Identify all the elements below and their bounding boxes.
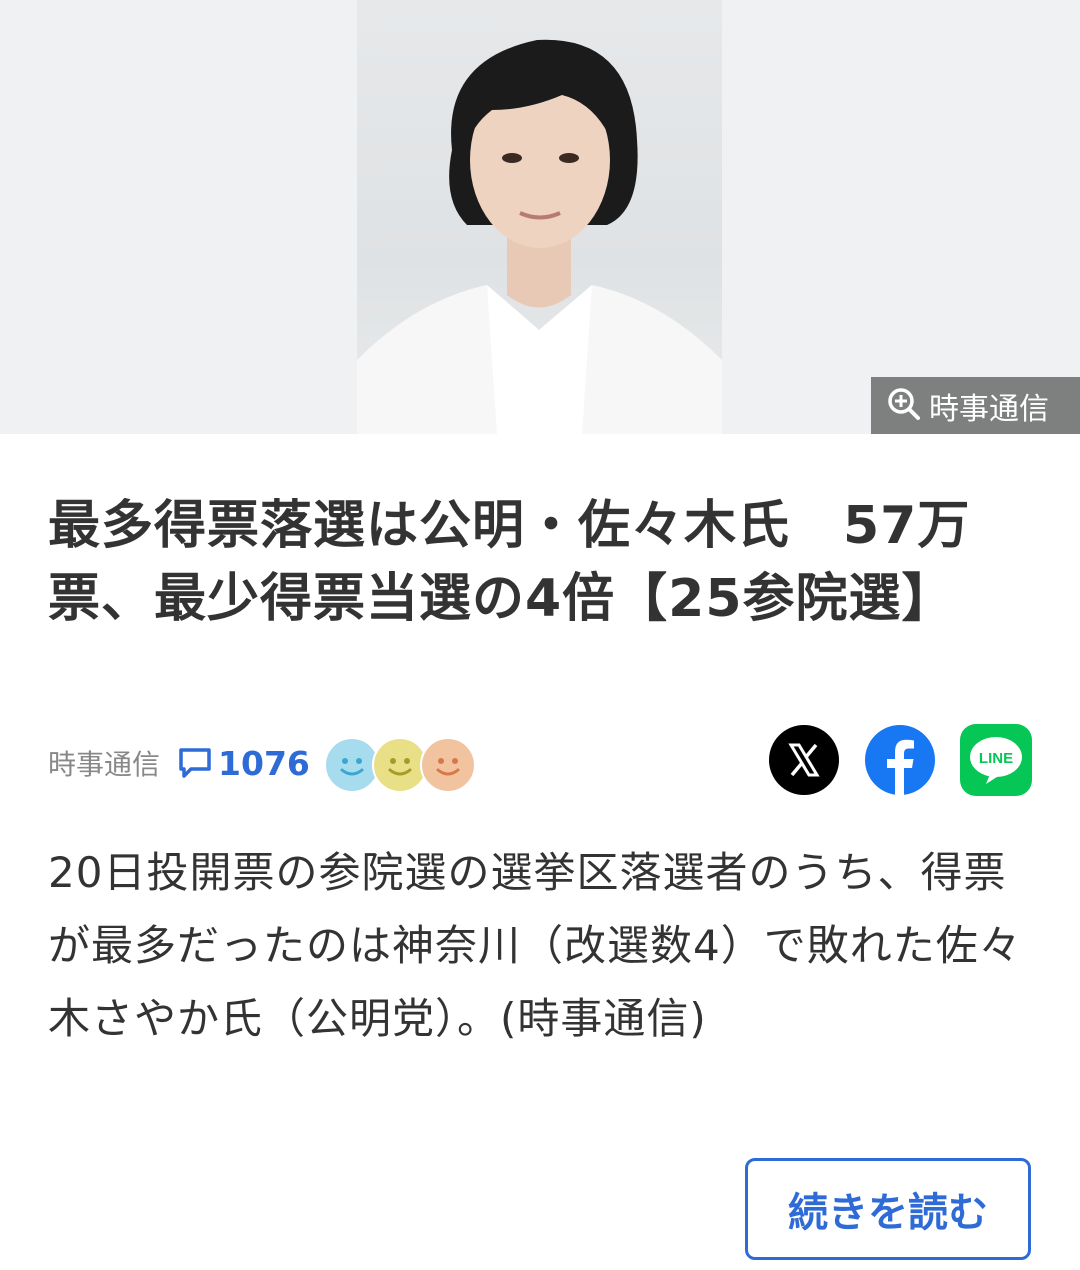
x-logo-icon — [769, 725, 839, 795]
comment-icon — [179, 748, 211, 778]
article-summary: 20日投開票の参院選の選挙区落選者のうち、得票が最多だったのは神奈川（改選数4）… — [48, 848, 1022, 1043]
share-x-button[interactable] — [768, 724, 840, 796]
article-title[interactable]: 最多得票落選は公明・佐々木氏 57万票、最少得票当選の4倍【25参院選】 — [48, 490, 1038, 636]
share-facebook-button[interactable] — [864, 724, 936, 796]
article-photo[interactable] — [357, 0, 722, 434]
smile-orange-icon — [419, 737, 476, 793]
line-logo-label: LINE — [979, 750, 1013, 767]
zoom-in-icon — [887, 387, 921, 425]
hero-image-area: 時事通信 — [0, 0, 1080, 434]
comment-count-link[interactable]: 1076 — [178, 744, 310, 783]
article-source: 時事通信 — [48, 748, 161, 781]
share-line-button[interactable]: LINE — [960, 724, 1032, 796]
line-logo-icon: LINE — [960, 724, 1032, 796]
comment-count: 1076 — [218, 743, 310, 783]
article-meta: 時事通信 1076 — [48, 733, 484, 793]
facebook-logo-icon — [865, 725, 935, 796]
read-more-button[interactable]: 続きを読む — [745, 1158, 1031, 1260]
reaction-icons[interactable] — [323, 733, 484, 793]
portrait-illustration — [357, 39, 722, 434]
photo-credit-badge[interactable]: 時事通信 — [871, 377, 1080, 434]
photo-credit-label: 時事通信 — [929, 391, 1049, 427]
